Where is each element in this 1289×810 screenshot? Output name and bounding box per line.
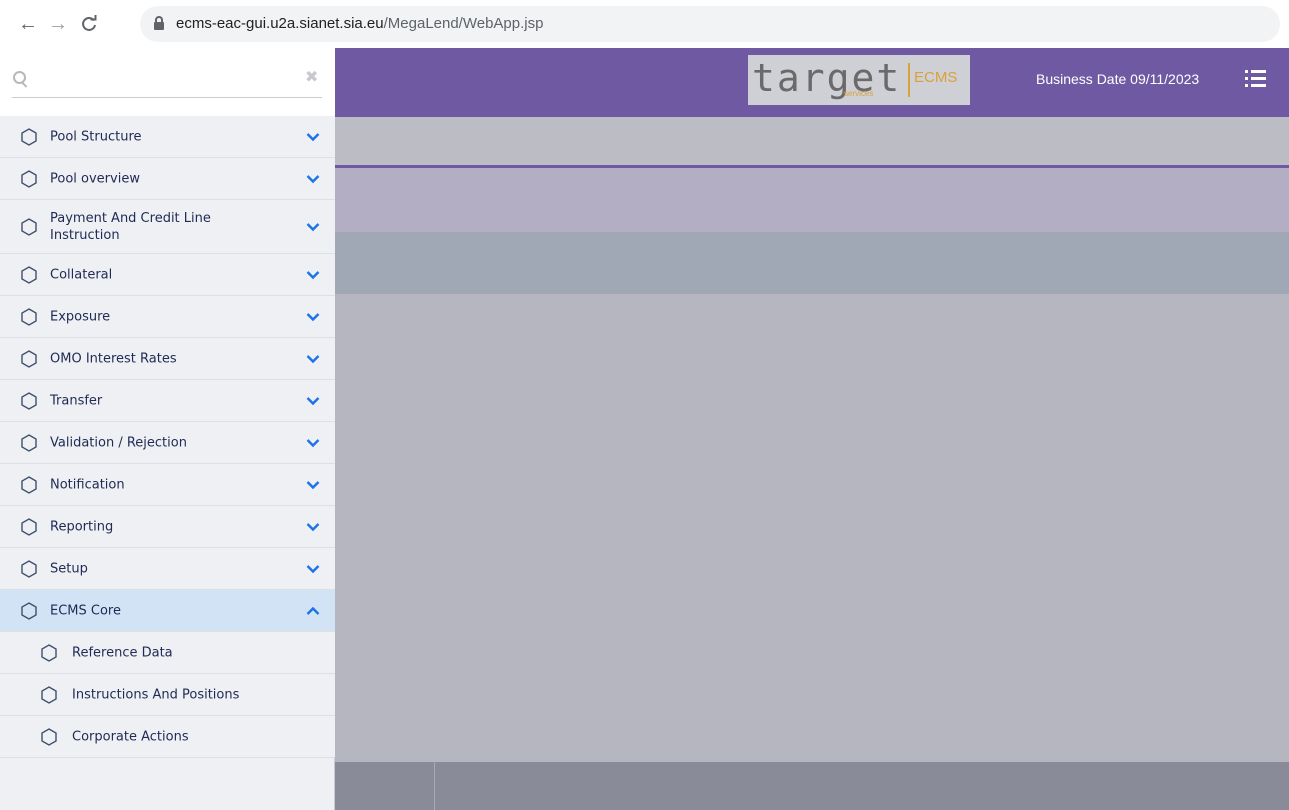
reload-icon[interactable]: [80, 10, 98, 41]
sidebar-item-transfer[interactable]: Transfer: [0, 380, 335, 422]
search-input[interactable]: [36, 66, 300, 92]
sidebar-item-label: Pool overview: [50, 171, 140, 186]
sidebar-item-reporting[interactable]: Reporting: [0, 506, 335, 548]
sidebar-subitem-label: Reference Data: [72, 645, 173, 660]
hexagon-icon: [21, 391, 37, 410]
hexagon-icon: [21, 217, 37, 236]
chevron-down-icon[interactable]: [306, 522, 320, 532]
sidebar-item-label: Reporting: [50, 519, 114, 534]
chevron-down-icon[interactable]: [306, 480, 320, 490]
sidebar-item-label: Payment And Credit Line Instruction: [50, 210, 211, 243]
sidebar-item-exposure[interactable]: Exposure: [0, 296, 335, 338]
chevron-up-icon[interactable]: [306, 606, 320, 616]
sidebar-item-validation-rejection[interactable]: Validation / Rejection: [0, 422, 335, 464]
hexagon-icon: [21, 349, 37, 368]
chevron-down-icon[interactable]: [306, 174, 320, 184]
hexagon-icon: [41, 727, 57, 746]
logo-sub-text: services: [844, 89, 874, 98]
sidebar-menu: ✖ Pool Structure Pool overview Payment A…: [0, 48, 335, 810]
sidebar-item-label: ECMS Core: [50, 603, 121, 618]
sidebar-subitem-reference-data[interactable]: Reference Data: [0, 632, 335, 674]
lock-icon: [154, 16, 164, 30]
logo-main-text: target: [752, 56, 902, 100]
clear-search-icon[interactable]: ✖: [305, 69, 318, 87]
hexagon-icon: [21, 475, 37, 494]
sidebar-item-label: OMO Interest Rates: [50, 351, 177, 366]
sidebar-subitem-label: Corporate Actions: [72, 729, 189, 744]
sidebar-item-label: Validation / Rejection: [50, 435, 187, 450]
sidebar-item-label: Exposure: [50, 309, 111, 324]
sidebar-item-notification[interactable]: Notification: [0, 464, 335, 506]
chevron-down-icon[interactable]: [306, 564, 320, 574]
chevron-down-icon[interactable]: [306, 132, 320, 142]
hexagon-icon: [21, 433, 37, 452]
url-path: /MegaLend/WebApp.jsp: [383, 15, 544, 32]
footer-divider: [434, 762, 435, 810]
sidebar-item-pool-structure[interactable]: Pool Structure: [0, 116, 335, 158]
hexagon-icon: [41, 643, 57, 662]
list-menu-icon[interactable]: [1245, 68, 1267, 90]
sidebar-item-label: Pool Structure: [50, 129, 142, 144]
business-date: Business Date 09/11/2023: [1036, 71, 1200, 87]
logo-separator: [908, 63, 910, 97]
sidebar-item-setup[interactable]: Setup: [0, 548, 335, 590]
hexagon-icon: [21, 559, 37, 578]
hexagon-icon: [21, 307, 37, 326]
hexagon-icon: [21, 265, 37, 284]
sidebar-item-label: Collateral: [50, 267, 113, 282]
sidebar-subitem-instructions-positions[interactable]: Instructions And Positions: [0, 674, 335, 716]
sidebar-item-label: Transfer: [50, 393, 103, 408]
chevron-down-icon[interactable]: [306, 312, 320, 322]
hexagon-icon: [41, 685, 57, 704]
url-host: ecms-eac-gui.u2a.sianet.sia.eu: [176, 15, 384, 32]
sidebar-item-label: Notification: [50, 477, 125, 492]
target-ecms-logo: target services ECMS: [748, 55, 970, 105]
forward-arrow-icon[interactable]: →: [48, 10, 68, 38]
browser-toolbar: ← → ecms-eac-gui.u2a.sianet.sia.eu/MegaL…: [0, 0, 1289, 48]
search-icon: [13, 71, 27, 85]
hexagon-icon: [21, 517, 37, 536]
back-arrow-icon[interactable]: ←: [18, 10, 38, 38]
chevron-down-icon[interactable]: [306, 396, 320, 406]
chevron-down-icon[interactable]: [306, 222, 320, 232]
hexagon-icon: [21, 169, 37, 188]
sidebar-subitem-label: Instructions And Positions: [72, 687, 240, 702]
sidebar-item-payment-credit-line[interactable]: Payment And Credit Line Instruction: [0, 200, 335, 254]
sidebar-item-label: Setup: [50, 561, 88, 576]
sidebar-search: ✖: [0, 48, 335, 116]
logo-product-text: ECMS: [914, 69, 958, 86]
hexagon-icon: [21, 127, 37, 146]
url-text[interactable]: ecms-eac-gui.u2a.sianet.sia.eu/MegaLend/…: [176, 15, 543, 32]
sidebar-item-pool-overview[interactable]: Pool overview: [0, 158, 335, 200]
sidebar-subitem-corporate-actions[interactable]: Corporate Actions: [0, 716, 335, 758]
address-bar[interactable]: ecms-eac-gui.u2a.sianet.sia.eu/MegaLend/…: [140, 6, 1280, 42]
menu-list: Pool Structure Pool overview Payment And…: [0, 116, 335, 758]
hexagon-icon: [21, 601, 37, 620]
sidebar-item-collateral[interactable]: Collateral: [0, 254, 335, 296]
chevron-down-icon[interactable]: [306, 438, 320, 448]
chevron-down-icon[interactable]: [306, 270, 320, 280]
chevron-down-icon[interactable]: [306, 354, 320, 364]
search-underline: [12, 97, 322, 98]
sidebar-item-omo-interest-rates[interactable]: OMO Interest Rates: [0, 338, 335, 380]
sidebar-item-ecms-core[interactable]: ECMS Core: [0, 590, 335, 632]
